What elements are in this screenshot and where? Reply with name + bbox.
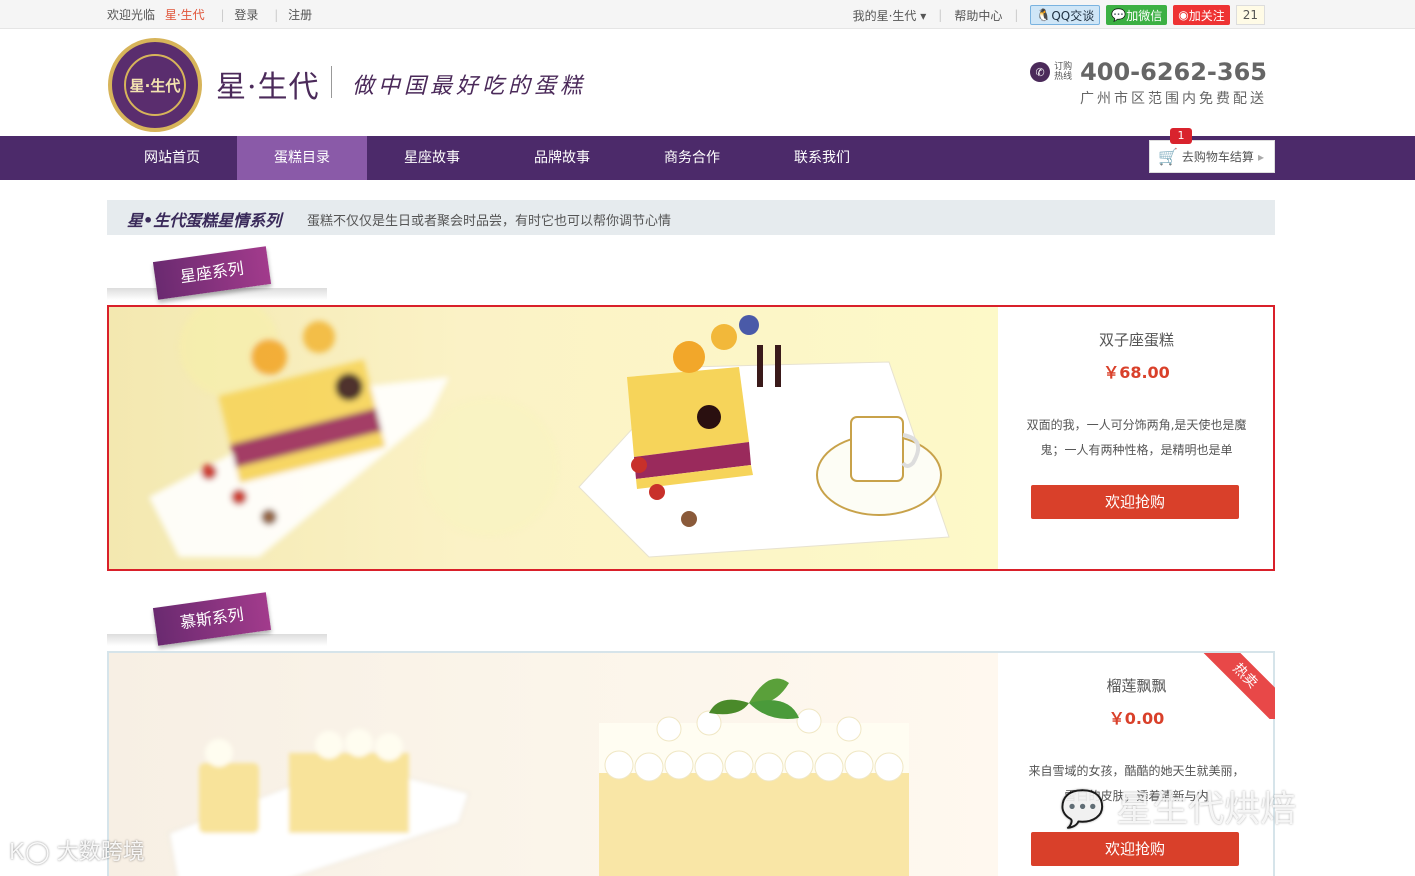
chevron-down-icon: ▾ bbox=[920, 8, 927, 23]
chevron-right-icon: ▸ bbox=[1257, 149, 1264, 164]
hot-sale-badge: 热卖 bbox=[1203, 653, 1275, 719]
logo-text: 星·生代 bbox=[129, 76, 181, 95]
watermark-right-text: 星生代烘焙 bbox=[1116, 789, 1297, 830]
qq-chat-label: QQ交谈 bbox=[1051, 8, 1095, 23]
series-title: 星•生代蛋糕星情系列 bbox=[127, 211, 282, 230]
slogan: 做中国最好吃的蛋糕 bbox=[352, 74, 587, 99]
add-wechat-label: 加微信 bbox=[1126, 8, 1163, 23]
page: 欢迎光临 星·生代 | 登录 | 注册 我的星·生代 ▾ | 帮助中心 | 🐧 Q… bbox=[0, 0, 1415, 876]
wechat-icon: 💬 bbox=[1111, 8, 1127, 22]
product-card: 榴莲飘飘 ￥0.00 来自雪域的女孩，酷酷的她天生就美丽，雪白的皮肤，透着清新与… bbox=[107, 651, 1275, 876]
penguin-icon: 🐧 bbox=[1036, 8, 1052, 22]
cake-illustration bbox=[168, 678, 909, 876]
logo-emblem: 星·生代 bbox=[124, 54, 186, 116]
hotline-label: 订购热线 bbox=[1054, 62, 1073, 82]
hot-sale-label: 热卖 bbox=[1203, 653, 1275, 719]
nav-business[interactable]: 商务合作 bbox=[627, 136, 757, 180]
qq-chat-button[interactable]: 🐧 QQ交谈 bbox=[1030, 5, 1101, 25]
logo[interactable]: 星·生代 bbox=[108, 38, 202, 132]
product-image[interactable] bbox=[109, 307, 998, 569]
top-bar: 欢迎光临 星·生代 | 登录 | 注册 我的星·生代 ▾ | 帮助中心 | 🐧 Q… bbox=[0, 0, 1415, 29]
my-account-label: 我的星·生代 bbox=[852, 8, 917, 23]
phone-icon: ✆ bbox=[1030, 62, 1051, 82]
register-link[interactable]: 注册 bbox=[288, 8, 312, 22]
watermark-logo-icon: Ꮶ◯ bbox=[10, 840, 57, 865]
cart-checkout-button[interactable]: 🛒 去购物车结算 ▸ bbox=[1149, 140, 1275, 173]
product-price: ￥68.00 bbox=[1103, 363, 1170, 382]
product-image[interactable] bbox=[109, 653, 998, 876]
separator: | bbox=[1014, 8, 1019, 22]
series-header: 星•生代蛋糕星情系列 蛋糕不仅仅是生日或者聚会时品尝，有时它也可以帮你调节心情 bbox=[107, 200, 1275, 235]
product-description: 双面的我，一人可分饰两角,是天使也是魔鬼；一人有两种性格，是精明也是单 bbox=[1026, 418, 1247, 457]
top-bar-right: 我的星·生代 ▾ | 帮助中心 | 🐧 QQ交谈 💬 加微信 ◉ 加关注 21 bbox=[853, 5, 1265, 25]
buy-now-button[interactable]: 欢迎抢购 bbox=[1031, 485, 1239, 519]
nav-cake-catalog[interactable]: 蛋糕目录 bbox=[237, 136, 367, 180]
weibo-follow-label: 加关注 bbox=[1188, 8, 1225, 23]
cart-label: 去购物车结算 bbox=[1181, 150, 1254, 164]
watermark-right: 💬 星生代烘焙 bbox=[1060, 780, 1296, 832]
top-bar-left: 欢迎光临 星·生代 | 登录 | 注册 bbox=[107, 6, 318, 23]
weibo-icon: ◉ bbox=[1178, 8, 1189, 22]
hotline: ✆ 订购热线 400-6262-365 广州市区范围内免费配送 bbox=[1030, 58, 1267, 108]
watermark-left: Ꮶ◯ 大数跨境 bbox=[10, 834, 145, 866]
header-divider bbox=[331, 66, 332, 98]
product-info: 榴莲飘飘 ￥0.00 来自雪域的女孩，酷酷的她天生就美丽，雪白的皮肤，透着清新与… bbox=[998, 653, 1275, 876]
series-subtitle: 蛋糕不仅仅是生日或者聚会时品尝，有时它也可以帮你调节心情 bbox=[307, 214, 672, 229]
nav-constellation-stories[interactable]: 星座故事 bbox=[367, 136, 497, 180]
help-center-link[interactable]: 帮助中心 bbox=[954, 7, 1002, 24]
product-card: 双子座蛋糕 ￥68.00 双面的我，一人可分饰两角,是天使也是魔鬼；一人有两种性… bbox=[107, 305, 1275, 571]
product-name[interactable]: 双子座蛋糕 bbox=[998, 329, 1275, 350]
brand-name: 星·生代 bbox=[216, 70, 320, 105]
login-link[interactable]: 登录 bbox=[234, 8, 258, 22]
separator: | bbox=[220, 8, 225, 22]
hotline-number: 400-6262-365 bbox=[1080, 58, 1267, 86]
header: 星·生代 星·生代 做中国最好吃的蛋糕 ✆ 订购热线 400-6262-365 … bbox=[0, 30, 1415, 136]
brand-link[interactable]: 星·生代 bbox=[165, 8, 205, 22]
cake-illustration bbox=[149, 307, 950, 558]
my-account-link[interactable]: 我的星·生代 ▾ bbox=[853, 7, 927, 24]
nav-home[interactable]: 网站首页 bbox=[107, 136, 237, 180]
follow-count: 21 bbox=[1235, 5, 1265, 25]
nav-contact[interactable]: 联系我们 bbox=[757, 136, 887, 180]
wechat-watermark-icon: 💬 bbox=[1060, 789, 1117, 830]
nav-brand-story[interactable]: 品牌故事 bbox=[497, 136, 627, 180]
weibo-follow-button[interactable]: ◉ 加关注 bbox=[1173, 5, 1230, 25]
separator: | bbox=[274, 8, 279, 22]
buy-now-button[interactable]: 欢迎抢购 bbox=[1031, 832, 1239, 866]
delivery-note: 广州市区范围内免费配送 bbox=[1080, 91, 1267, 107]
cart-icon: 🛒 bbox=[1158, 147, 1178, 166]
product-info: 双子座蛋糕 ￥68.00 双面的我，一人可分饰两角,是天使也是魔鬼；一人有两种性… bbox=[998, 307, 1275, 569]
watermark-left-text: 大数跨境 bbox=[56, 840, 145, 865]
welcome-text: 欢迎光临 bbox=[107, 8, 156, 22]
add-wechat-button[interactable]: 💬 加微信 bbox=[1106, 5, 1168, 25]
cart-count-badge: 1 bbox=[1170, 128, 1192, 144]
separator: | bbox=[938, 8, 943, 22]
hotline-row: ✆ 订购热线 400-6262-365 bbox=[1030, 58, 1267, 86]
